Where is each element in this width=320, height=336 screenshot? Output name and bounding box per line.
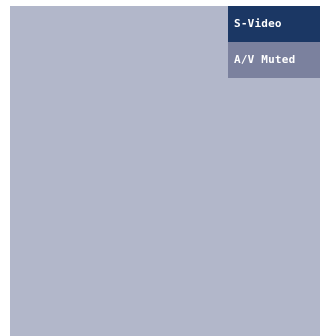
input-source-label: S-Video [228, 6, 320, 42]
av-mute-status-label: A/V Muted [228, 42, 320, 78]
on-screen-display: S-Video A/V Muted [228, 6, 320, 78]
